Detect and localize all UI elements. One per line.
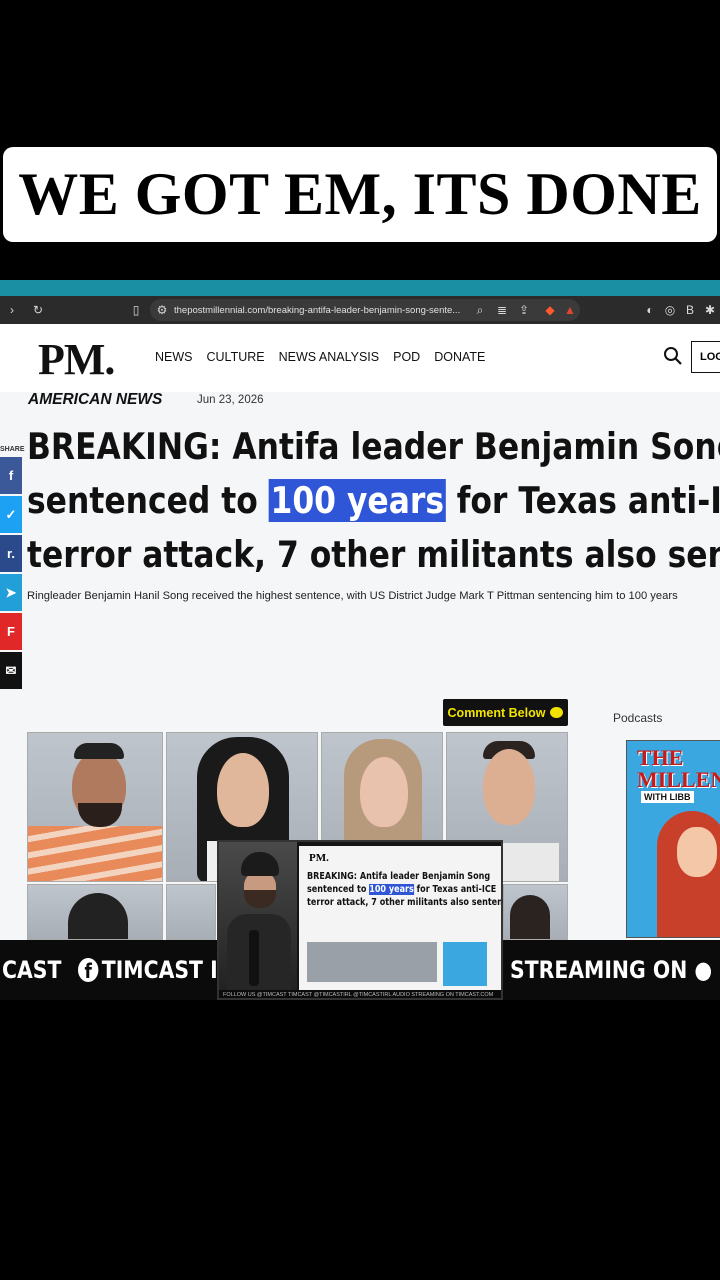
mini-headline: BREAKING: Antifa leader Benjamin Song se…: [307, 870, 503, 909]
nav-pod[interactable]: POD: [393, 350, 420, 364]
reload-icon[interactable]: ↻: [30, 303, 46, 317]
mini-site-logo: PM.: [309, 852, 329, 864]
podcasts-text: Podcasts: [613, 711, 663, 725]
picture-in-picture-stream: PM. BREAKING: Antifa leader Benjamin Son…: [217, 840, 503, 1000]
share-gettr-button[interactable]: r.: [0, 535, 22, 572]
mini-headline-line-3: terror attack, 7 other militants also se…: [307, 897, 503, 908]
share-flipboard-button[interactable]: F: [0, 613, 22, 650]
extension-icon[interactable]: ◐: [642, 303, 658, 317]
ticker-text-middle: f TIMCAST IR: [78, 956, 233, 984]
mini-headline-line-1: BREAKING: Antifa leader Benjamin Song: [307, 871, 491, 882]
brave-rewards-icon[interactable]: ▲: [562, 303, 578, 317]
extensions-puzzle-icon[interactable]: ✱: [702, 303, 718, 317]
poster-title: THE MILLEN: [637, 745, 720, 792]
podcasts-label: Podcasts: [613, 711, 662, 725]
browser-toolbar: › ↻ ▯ ⚙ thepostmillennial.com/breaking-a…: [0, 296, 720, 324]
zoom-icon[interactable]: ⌕: [472, 303, 488, 318]
headline-line-2: sentenced to 100 years for Texas anti-IC…: [27, 474, 720, 528]
mugshot-1: [27, 732, 163, 882]
ticker-handle: TIMCAST IR: [101, 956, 234, 984]
extension-icon-3[interactable]: B: [682, 303, 698, 317]
mini-text: sentenced to: [307, 884, 370, 895]
comment-bubble-icon: [550, 707, 564, 718]
main-nav: NEWS CULTURE NEWS ANALYSIS POD DONATE: [155, 350, 485, 364]
podcast-poster[interactable]: THE MILLEN WITH LIBB: [626, 740, 720, 938]
address-bar-url: thepostmillennial.com/breaking-antifa-le…: [174, 304, 461, 316]
gettr-icon: r.: [7, 546, 15, 561]
highlighted-text: 100 years: [268, 479, 446, 522]
ticker-text-right: STREAMING ON ● ◉: [510, 956, 720, 984]
address-bar[interactable]: ⚙ thepostmillennial.com/breaking-antifa-…: [150, 299, 580, 321]
mini-text: for Texas anti-ICE: [413, 884, 497, 895]
share-facebook-button[interactable]: f: [0, 457, 22, 494]
email-icon: ✉: [5, 662, 17, 678]
site-logo[interactable]: PM.: [38, 334, 115, 385]
nav-donate[interactable]: DONATE: [434, 350, 485, 364]
share-twitter-button[interactable]: ✓: [0, 496, 22, 533]
video-caption: WE GOT EM, ITS DONE: [3, 147, 717, 242]
apple-icon: ●: [694, 956, 713, 984]
facebook-icon: f: [8, 468, 14, 483]
nav-culture[interactable]: CULTURE: [207, 350, 265, 364]
extension-icon-2[interactable]: ◎: [662, 303, 678, 317]
mini-headline-line-2: sentenced to 100 years for Texas anti-IC…: [307, 883, 497, 896]
mugshot-6: [166, 884, 216, 940]
pip-bottom-bar: FOLLOW US @TIMCAST TIMCAST @TIMCASTIRL @…: [219, 990, 501, 998]
ticker-text-left: CAST: [2, 956, 62, 984]
host-webcam: [219, 842, 297, 990]
mugshot-7: [503, 884, 568, 940]
shared-screen: PM. BREAKING: Antifa leader Benjamin Son…: [299, 846, 501, 990]
telegram-icon: ➤: [5, 584, 17, 600]
share-label: SHARE: [0, 446, 25, 453]
share-email-button[interactable]: ✉: [0, 652, 22, 689]
flipboard-icon: F: [7, 624, 15, 639]
share-telegram-button[interactable]: ➤: [0, 574, 22, 611]
headline-text: sentenced to: [27, 479, 269, 522]
forward-icon[interactable]: ›: [4, 303, 20, 317]
login-button[interactable]: LOG: [691, 341, 720, 373]
share-page-icon[interactable]: ⇪: [516, 303, 532, 317]
bookmark-icon[interactable]: ▯: [128, 303, 144, 317]
nav-news[interactable]: NEWS: [155, 350, 193, 364]
article-section[interactable]: AMERICAN NEWS: [28, 391, 162, 409]
site-header: PM. NEWS CULTURE NEWS ANALYSIS POD DONAT…: [0, 324, 720, 392]
ticker-streaming: STREAMING ON: [510, 956, 688, 984]
headline-text: for Texas anti-ICE: [456, 479, 720, 522]
poster-face: [677, 827, 717, 877]
twitter-icon: ✓: [5, 506, 17, 522]
mini-mugshots: [307, 942, 437, 982]
browser-tab-strip: [0, 280, 720, 296]
mugshot-5: [27, 884, 163, 940]
article-date: Jun 23, 2026: [197, 394, 264, 406]
facebook-icon: f: [78, 958, 99, 983]
comment-below-label: Comment Below: [447, 705, 546, 720]
reader-icon[interactable]: ≣: [494, 303, 510, 317]
mini-poster: [443, 942, 487, 986]
headline-line-1: BREAKING: Antifa leader Benjamin Song: [27, 425, 720, 468]
nav-news-analysis[interactable]: NEWS ANALYSIS: [279, 350, 380, 364]
headline-line-3: terror attack, 7 other militants also se…: [27, 533, 720, 576]
search-icon[interactable]: [663, 346, 683, 366]
site-settings-icon[interactable]: ⚙: [154, 303, 170, 317]
comment-below-button[interactable]: Comment Below: [443, 699, 568, 726]
article-subhead: Ringleader Benjamin Hanil Song received …: [27, 590, 678, 602]
brave-shield-icon[interactable]: ◆: [542, 303, 558, 317]
article-headline: BREAKING: Antifa leader Benjamin Song se…: [27, 420, 720, 582]
poster-subtitle: WITH LIBB: [641, 791, 694, 803]
caption-text: WE GOT EM, ITS DONE: [18, 161, 702, 227]
mini-highlight: 100 years: [369, 884, 414, 895]
microphone: [249, 930, 259, 986]
